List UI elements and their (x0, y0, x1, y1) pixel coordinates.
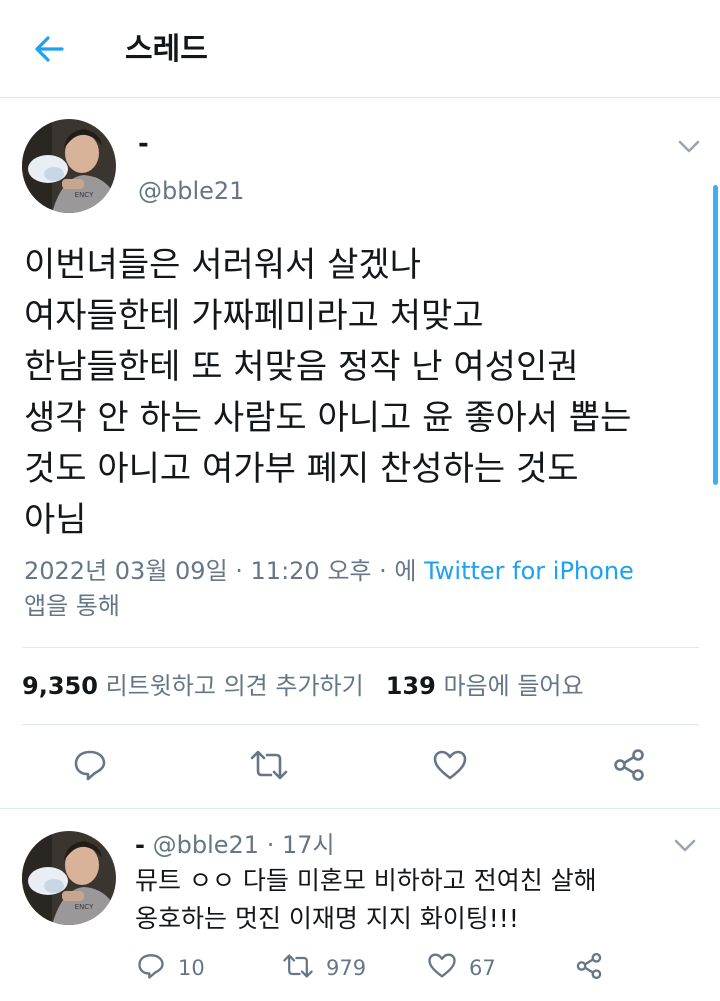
author-handle[interactable]: @bble21 (138, 176, 244, 206)
reply-count: 10 (178, 956, 205, 980)
reply-text-line: 옹호하는 멋진 이재명 지지 화이팅!!! (135, 904, 519, 933)
reply-separator: · (266, 831, 275, 859)
retweet-button[interactable] (249, 747, 289, 787)
chevron-down-icon[interactable] (670, 832, 700, 858)
thread-header: 스레드 (0, 0, 720, 98)
tweet-meta: 2022년 03월 09일 · 11:20 오후 · 에 Twitter for… (24, 554, 704, 624)
section-separator (0, 808, 720, 809)
svg-text:ENCY: ENCY (75, 903, 94, 911)
svg-text:ENCY: ENCY (75, 191, 94, 199)
reply-author-name[interactable]: - (135, 831, 145, 859)
retweet-icon (249, 749, 289, 785)
tweet-source-suffix: 앱을 통해 (24, 592, 120, 620)
avatar[interactable]: ENCY (22, 831, 116, 925)
arrow-left-icon (34, 36, 64, 66)
scrollbar[interactable] (713, 185, 718, 485)
reply-like-button[interactable]: 67 (427, 952, 496, 984)
like-icon (427, 952, 457, 984)
retweet-label: 리트윗하고 의견 추가하기 (105, 672, 364, 700)
like-button[interactable] (430, 747, 470, 787)
like-label: 마음에 들어요 (443, 672, 584, 700)
share-icon (574, 952, 604, 985)
tweet-text-line: 이번녀들은 서러워서 살겠나 (24, 245, 421, 285)
author-name[interactable]: - (138, 128, 149, 160)
tweet-text-line: 생각 안 하는 사람도 아니고 윤 좋아서 뽑는 (24, 398, 632, 438)
reply-icon (136, 952, 166, 985)
back-button[interactable] (24, 26, 74, 76)
tweet-stats: 9,350 리트윗하고 의견 추가하기 139 마음에 들어요 (22, 670, 584, 702)
reply-author-handle[interactable]: @bble21 (153, 831, 259, 859)
reply-header: - @bble21 · 17시 (135, 830, 335, 860)
like-count: 139 (385, 672, 436, 700)
retweet-stat[interactable]: 9,350 리트윗하고 의견 추가하기 (22, 672, 364, 700)
reply-text: 뮤트 ㅇㅇ 다들 미혼모 비하하고 전여친 살해 옹호하는 멋진 이재명 지지 … (135, 862, 597, 938)
tweet-text-line: 한남들한테 또 처맞음 정작 난 여성인권 (24, 347, 579, 387)
retweet-count: 9,350 (22, 672, 98, 700)
tweet-text-line: 것도 아니고 여가부 폐지 찬성하는 것도 (24, 449, 579, 489)
reply-share-button[interactable] (574, 952, 604, 984)
reply-like-count: 67 (469, 956, 496, 980)
tweet-text-line: 여자들한테 가짜페미라고 처맞고 (24, 296, 484, 336)
divider (22, 724, 699, 725)
chevron-down-icon[interactable] (674, 132, 704, 160)
like-icon (432, 749, 468, 785)
tweet-source-link[interactable]: Twitter for iPhone (424, 557, 634, 585)
reply-text-line: 뮤트 ㅇㅇ 다들 미혼모 비하하고 전여친 살해 (135, 866, 597, 895)
reply-button[interactable] (70, 747, 110, 787)
tweet-text: 이번녀들은 서러워서 살겠나 여자들한테 가짜페미라고 처맞고 한남들한테 또 … (24, 240, 704, 546)
share-button[interactable] (609, 747, 649, 787)
tweet-timestamp: 2022년 03월 09일 · 11:20 오후 · 에 (24, 557, 425, 585)
page-title: 스레드 (125, 32, 208, 67)
reply-retweet-button[interactable]: 979 (282, 952, 366, 984)
reply-reply-button[interactable]: 10 (136, 952, 205, 984)
reply-time: 17시 (281, 831, 335, 859)
divider (22, 647, 699, 648)
avatar[interactable]: ENCY (22, 119, 116, 213)
like-stat[interactable]: 139 마음에 들어요 (386, 672, 584, 700)
share-icon (611, 748, 647, 786)
reply-icon (72, 748, 108, 786)
tweet-text-line: 아님 (24, 500, 87, 540)
retweet-icon (282, 953, 314, 984)
reply-retweet-count: 979 (326, 956, 367, 980)
